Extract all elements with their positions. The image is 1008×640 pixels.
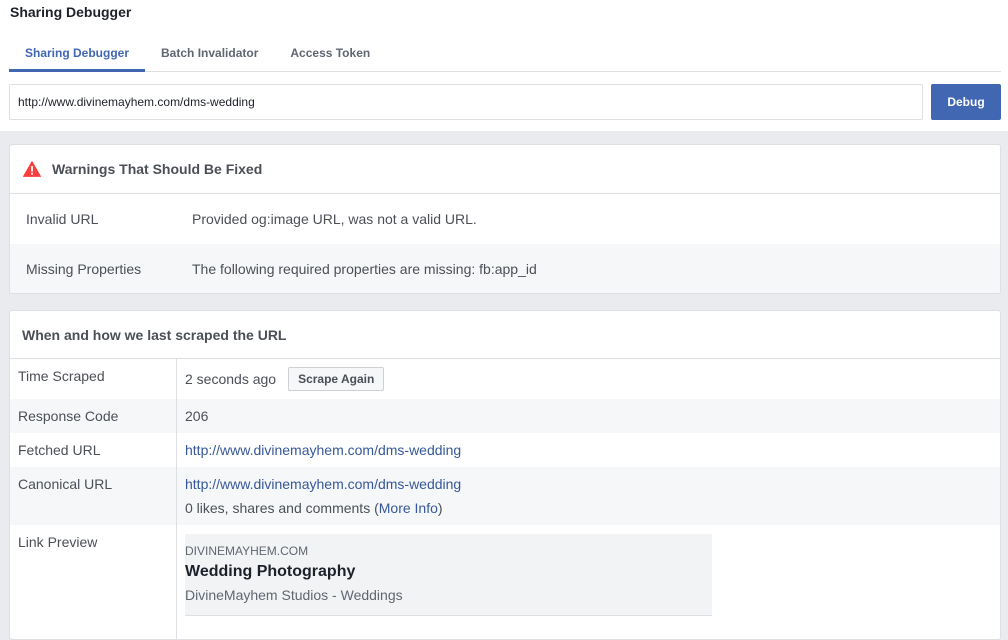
tab-access-token[interactable]: Access Token <box>274 33 386 72</box>
warnings-header: Warnings That Should Be Fixed <box>10 145 1000 194</box>
likes-line: 0 likes, shares and comments (More Info) <box>185 500 1000 516</box>
likes-text: 0 likes, shares and comments ( <box>185 500 379 516</box>
debug-button[interactable]: Debug <box>931 84 1001 120</box>
tab-batch-invalidator[interactable]: Batch Invalidator <box>145 33 274 72</box>
canonical-url-cell: http://www.divinemayhem.com/dms-wedding … <box>177 467 1000 525</box>
link-preview-box[interactable]: DIVINEMAYHEM.COM Wedding Photography Div… <box>185 534 712 616</box>
response-code-row: Response Code 206 <box>10 399 1000 433</box>
more-info-link[interactable]: More Info <box>379 500 438 516</box>
tab-bar: Sharing Debugger Batch Invalidator Acces… <box>9 33 1001 72</box>
url-row: Debug <box>9 84 1001 120</box>
time-scraped-label: Time Scraped <box>10 359 177 399</box>
fetched-url-link[interactable]: http://www.divinemayhem.com/dms-wedding <box>185 442 461 458</box>
page-title: Sharing Debugger <box>10 4 132 20</box>
warning-key: Missing Properties <box>26 261 142 277</box>
fetched-url-row: Fetched URL http://www.divinemayhem.com/… <box>10 433 1000 467</box>
header-area: Sharing Debugger Sharing Debugger Batch … <box>0 0 1008 131</box>
warnings-card: Warnings That Should Be Fixed Invalid UR… <box>9 144 1001 294</box>
tab-sharing-debugger[interactable]: Sharing Debugger <box>9 33 146 72</box>
warnings-title: Warnings That Should Be Fixed <box>52 161 263 177</box>
canonical-url-label: Canonical URL <box>10 467 177 525</box>
time-scraped-value-cell: 2 seconds ago Scrape Again <box>177 359 1000 399</box>
time-scraped-row: Time Scraped 2 seconds ago Scrape Again <box>10 359 1000 399</box>
fetched-url-cell: http://www.divinemayhem.com/dms-wedding <box>177 433 1000 467</box>
link-preview-label: Link Preview <box>10 525 177 639</box>
scrape-again-button[interactable]: Scrape Again <box>288 367 385 391</box>
preview-description: DivineMayhem Studios - Weddings <box>185 587 403 603</box>
response-code-value: 206 <box>185 408 209 424</box>
scrape-header: When and how we last scraped the URL <box>10 311 1000 359</box>
likes-close-paren: ) <box>437 500 443 516</box>
link-preview-cell: DIVINEMAYHEM.COM Wedding Photography Div… <box>177 525 1000 639</box>
url-input[interactable] <box>9 84 923 120</box>
warning-row: Invalid URL Provided og:image URL, was n… <box>10 194 1000 244</box>
preview-title: Wedding Photography <box>185 563 356 580</box>
canonical-url-row: Canonical URL http://www.divinemayhem.co… <box>10 467 1000 525</box>
time-scraped-value: 2 seconds ago <box>185 371 277 387</box>
canonical-url-link[interactable]: http://www.divinemayhem.com/dms-wedding <box>185 476 461 492</box>
warning-icon <box>23 161 41 177</box>
warning-value: The following required properties are mi… <box>192 261 537 277</box>
warning-row: Missing Properties The following require… <box>10 244 1000 293</box>
scrape-card: When and how we last scraped the URL Tim… <box>9 310 1001 640</box>
warning-key: Invalid URL <box>26 211 99 227</box>
link-preview-row: Link Preview DIVINEMAYHEM.COM Wedding Ph… <box>10 525 1000 639</box>
warning-value: Provided og:image URL, was not a valid U… <box>192 211 477 227</box>
fetched-url-label: Fetched URL <box>10 433 177 467</box>
response-code-label: Response Code <box>10 399 177 433</box>
preview-domain: DIVINEMAYHEM.COM <box>185 544 309 558</box>
